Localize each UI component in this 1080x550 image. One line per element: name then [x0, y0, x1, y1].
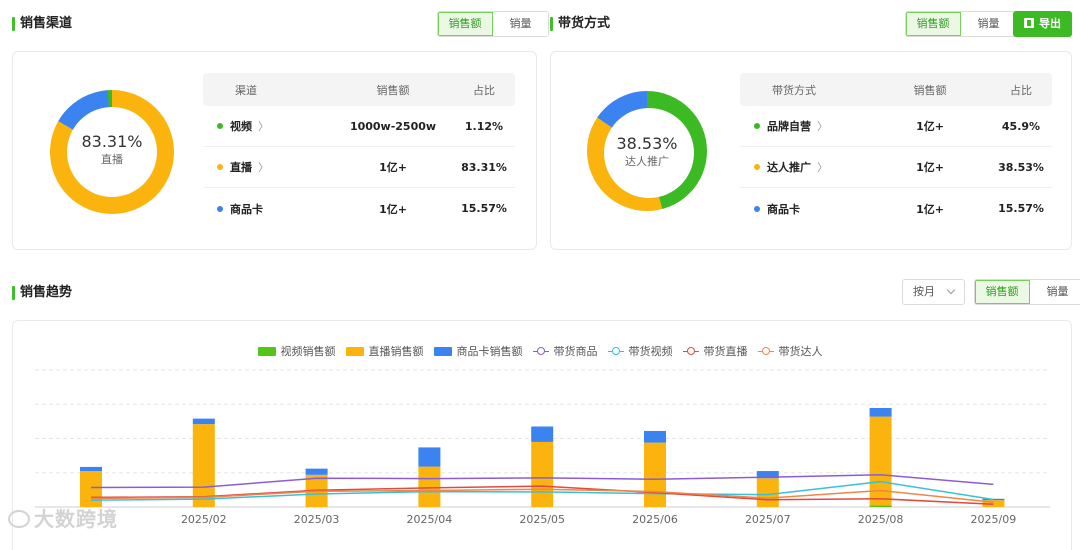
legend-dot — [754, 164, 760, 170]
method-donut-percent: 38.53% — [616, 134, 678, 153]
channel-section-title: 销售渠道 — [12, 16, 72, 32]
method-row-name: 商品卡 — [767, 202, 800, 216]
channel-row-share: 15.57% — [461, 202, 507, 215]
legend-swatch — [257, 346, 276, 356]
method-header-share: 占比 — [1010, 83, 1032, 97]
method-donut-center: 38.53% 达人推广 — [585, 134, 709, 170]
method-donut-label: 达人推广 — [625, 155, 669, 168]
channel-card: 83.31% 直播 渠道 销售额 占比 视频〉 1000w-2500w 1.12… — [12, 51, 537, 250]
legend-dot — [217, 164, 223, 170]
method-row-share: 15.57% — [998, 202, 1044, 215]
method-row-product-card: 商品卡 1亿+ 15.57% — [740, 188, 1052, 229]
method-metric-toggle: 销售额 销量 — [905, 11, 1017, 37]
trend-toggle-volume[interactable]: 销量 — [1030, 280, 1080, 304]
trend-section-title: 销售趋势 — [12, 285, 72, 301]
method-header-name: 带货方式 — [772, 83, 816, 97]
channel-header-name: 渠道 — [235, 83, 257, 97]
export-label: 导出 — [1039, 17, 1061, 30]
method-header-amount: 销售额 — [913, 83, 947, 97]
method-row-name: 达人推广 — [767, 161, 811, 174]
legend-item[interactable]: 直播销售额 — [345, 343, 424, 359]
method-table-header: 带货方式 销售额 占比 — [740, 73, 1052, 106]
method-row-influencer[interactable]: 达人推广〉 1亿+ 38.53% — [740, 147, 1052, 188]
channel-table-header: 渠道 销售额 占比 — [203, 73, 515, 106]
legend-item[interactable]: 带货视频 — [607, 343, 673, 359]
export-button[interactable]: 导出 — [1013, 11, 1072, 37]
legend-label: 带货直播 — [703, 345, 748, 358]
method-card: 38.53% 达人推广 带货方式 销售额 占比 品牌自营〉 1亿+ 45.9% … — [550, 51, 1072, 250]
channel-metric-toggle: 销售额 销量 — [437, 11, 549, 37]
channel-toggle-volume[interactable]: 销量 — [493, 12, 548, 36]
trend-toggle-sales[interactable]: 销售额 — [975, 280, 1030, 304]
channel-donut-center: 83.31% 直播 — [50, 132, 174, 168]
legend-item[interactable]: 带货商品 — [532, 343, 598, 359]
method-row-share: 38.53% — [998, 160, 1044, 174]
channel-row-amount: 1亿+ — [379, 202, 407, 216]
method-row-amount: 1亿+ — [916, 161, 944, 174]
method-row-share: 45.9% — [1001, 119, 1041, 133]
chevron-right-icon: 〉 — [258, 120, 269, 133]
channel-row-share: 1.12% — [464, 119, 504, 133]
export-icon — [1024, 18, 1034, 28]
legend-label: 视频销售额 — [280, 345, 336, 358]
brand-logo-icon — [8, 510, 30, 528]
channel-toggle-sales[interactable]: 销售额 — [438, 12, 493, 36]
legend-dot — [217, 205, 223, 212]
channel-row-product-card: 商品卡 1亿+ 15.57% — [203, 188, 515, 229]
channel-row-live[interactable]: 直播〉 1亿+ 83.31% — [203, 147, 515, 188]
watermark-text: 大数跨境 — [34, 507, 118, 531]
legend-label: 带货视频 — [628, 345, 673, 358]
legend-item[interactable]: 商品卡销售额 — [433, 343, 523, 359]
channel-donut-percent: 83.31% — [81, 132, 143, 151]
legend-item[interactable]: 带货达人 — [757, 343, 823, 359]
period-select[interactable]: 按月 — [902, 279, 965, 305]
chevron-right-icon: 〉 — [817, 120, 828, 133]
method-toggle-sales[interactable]: 销售额 — [906, 12, 961, 36]
legend-swatch — [607, 346, 624, 356]
channel-header-amount: 销售额 — [376, 83, 410, 97]
legend-dot — [754, 123, 760, 129]
channel-header-share: 占比 — [473, 83, 495, 97]
brand-watermark: 大数跨境 — [8, 503, 118, 532]
method-toggle-volume[interactable]: 销量 — [961, 12, 1016, 36]
method-row-amount: 1亿+ — [916, 120, 944, 133]
chevron-right-icon: 〉 — [817, 161, 828, 174]
channel-row-share: 83.31% — [461, 160, 507, 174]
chevron-down-icon — [946, 285, 956, 295]
legend-label: 商品卡销售额 — [456, 345, 523, 358]
method-section-title: 带货方式 — [550, 16, 610, 32]
legend-label: 带货达人 — [778, 345, 823, 358]
channel-donut-label: 直播 — [101, 153, 123, 166]
channel-row-amount: 1亿+ — [379, 161, 407, 174]
channel-row-name: 视频 — [230, 120, 252, 133]
legend-label: 带货商品 — [553, 345, 598, 358]
trend-metric-toggle: 销售额 销量 — [974, 279, 1080, 305]
channel-table: 渠道 销售额 占比 视频〉 1000w-2500w 1.12% 直播〉 1亿+ … — [203, 73, 515, 229]
legend-swatch — [345, 346, 364, 356]
legend-swatch — [757, 346, 774, 356]
chart-legend: 视频销售额 直播销售额 商品卡销售额 带货商品 带货视频 带货直播 带货达人 — [0, 343, 1080, 359]
legend-swatch — [682, 346, 699, 356]
legend-label: 直播销售额 — [368, 345, 424, 358]
method-row-name: 品牌自营 — [767, 120, 811, 133]
legend-swatch — [433, 346, 452, 356]
channel-row-video[interactable]: 视频〉 1000w-2500w 1.12% — [203, 106, 515, 147]
method-row-brand[interactable]: 品牌自营〉 1亿+ 45.9% — [740, 106, 1052, 147]
legend-swatch — [532, 346, 549, 356]
channel-row-name: 商品卡 — [230, 202, 263, 216]
method-row-amount: 1亿+ — [916, 202, 944, 216]
channel-row-name: 直播 — [230, 161, 252, 174]
legend-item[interactable]: 视频销售额 — [257, 343, 336, 359]
legend-item[interactable]: 带货直播 — [682, 343, 748, 359]
legend-dot — [754, 205, 760, 212]
period-select-value: 按月 — [913, 285, 935, 298]
legend-dot — [217, 123, 223, 129]
channel-row-amount: 1000w-2500w — [349, 119, 437, 133]
method-table: 带货方式 销售额 占比 品牌自营〉 1亿+ 45.9% 达人推广〉 1亿+ 38… — [740, 73, 1052, 229]
chevron-right-icon: 〉 — [258, 161, 269, 174]
